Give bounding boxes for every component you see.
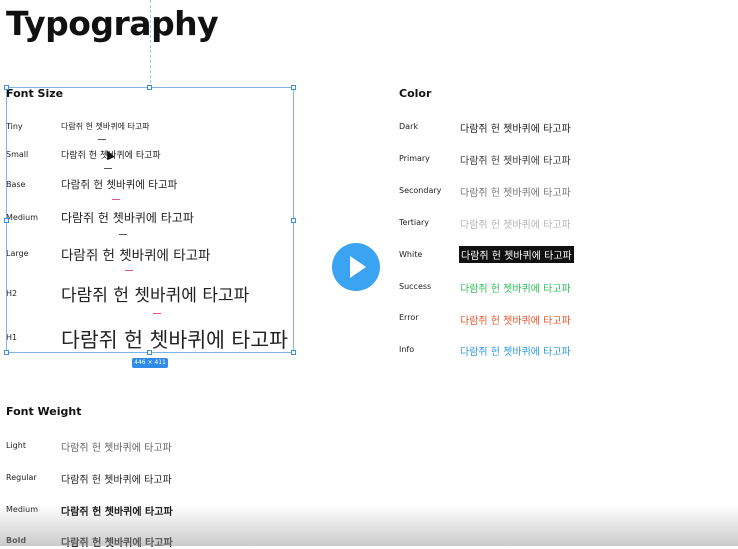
- color-label-tertiary: Tertiary: [399, 218, 430, 227]
- font-weight-label-regular: Regular: [6, 473, 37, 482]
- color-sample-success: 다람쥐 헌 쳇바퀴에 타고파: [460, 284, 571, 295]
- resize-handle-bottom-left[interactable]: [4, 350, 9, 355]
- color-heading: Color: [399, 87, 432, 100]
- resize-handle-right[interactable]: [291, 218, 296, 223]
- color-label-dark: Dark: [399, 122, 418, 131]
- font-weight-label-medium: Medium: [6, 505, 38, 514]
- color-label-error: Error: [399, 313, 419, 322]
- selection-frame[interactable]: [6, 87, 294, 353]
- color-sample-error: 다람쥐 헌 쳇바퀴에 타고파: [460, 316, 571, 327]
- font-weight-sample-regular: 다람쥐 헌 쳇바퀴에 타고파: [61, 475, 172, 486]
- play-icon[interactable]: [350, 256, 366, 278]
- resize-handle-bottom[interactable]: [147, 350, 152, 355]
- color-label-secondary: Secondary: [399, 186, 442, 195]
- color-sample-primary: 다람쥐 헌 쳇바퀴에 타고파: [460, 156, 571, 167]
- vertical-guide-line: [150, 0, 151, 88]
- font-weight-label-bold: Bold: [6, 536, 27, 545]
- resize-handle-bottom-right[interactable]: [291, 350, 296, 355]
- color-label-primary: Primary: [399, 154, 430, 163]
- font-weight-label-light: Light: [6, 441, 26, 450]
- color-label-success: Success: [399, 282, 432, 291]
- resize-handle-top-left[interactable]: [4, 85, 9, 90]
- font-weight-sample-medium: 다람쥐 헌 쳇바퀴에 타고파: [61, 507, 173, 518]
- resize-handle-top[interactable]: [147, 85, 152, 90]
- font-weight-sample-bold: 다람쥐 헌 쳇바퀴에 타고파: [61, 538, 173, 549]
- resize-handle-left[interactable]: [4, 218, 9, 223]
- font-weight-heading: Font Weight: [6, 405, 82, 418]
- color-sample-white: 다람쥐 헌 쳇바퀴에 타고파: [459, 246, 574, 263]
- color-label-white: White: [399, 250, 423, 259]
- dimension-badge: 446 × 411: [132, 358, 168, 368]
- font-weight-sample-light: 다람쥐 헌 쳇바퀴에 타고파: [61, 443, 172, 454]
- page-title: Typography: [6, 4, 219, 43]
- resize-handle-top-right[interactable]: [291, 85, 296, 90]
- color-sample-dark: 다람쥐 헌 쳇바퀴에 타고파: [460, 124, 571, 135]
- color-sample-info: 다람쥐 헌 쳇바퀴에 타고파: [460, 347, 571, 358]
- color-sample-secondary: 다람쥐 헌 쳇바퀴에 타고파: [460, 188, 571, 199]
- color-sample-tertiary: 다람쥐 헌 쳇바퀴에 타고파: [460, 220, 571, 231]
- color-label-info: Info: [399, 345, 415, 354]
